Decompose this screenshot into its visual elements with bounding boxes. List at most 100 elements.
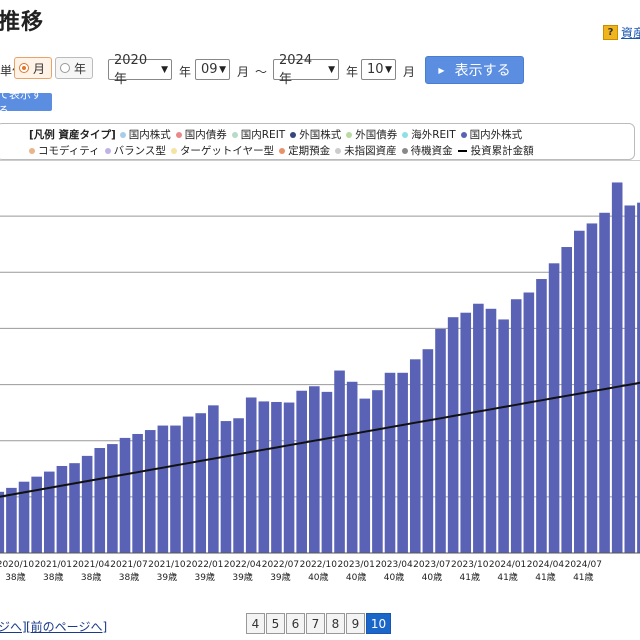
x-tick-age: 40歳 [346,571,366,583]
to-month-select[interactable]: 10 ▼ [361,59,396,80]
x-tick-age: 40歳 [308,571,328,583]
x-tick-label: 2021/10 [148,560,186,570]
to-year-value: 2024 年 [279,52,313,87]
chart-bar [611,182,623,553]
chart-bar [81,455,93,553]
x-tick-label: 2024/04 [527,560,565,570]
help-icon: ? [603,25,618,40]
radio-selected-icon [19,63,29,73]
x-tick-label: 2023/04 [375,560,413,570]
chart-bar [132,433,143,553]
show-button[interactable]: ▶ 表示する [425,56,524,84]
legend-item: 未指図資産 [335,143,397,158]
chart-bar [107,444,118,553]
legend-label: 定期預金 [288,145,331,157]
x-tick-age: 41歳 [497,571,517,583]
x-tick-label: 2022/04 [224,560,262,570]
legend-swatch [119,131,126,138]
chart-bar [586,223,598,553]
legend-item: バランス型 [104,143,166,158]
radio-month[interactable]: 月 [14,57,52,79]
chart-bar [31,476,42,553]
x-tick-age: 39歳 [270,571,290,583]
chart-bar [271,401,282,553]
chart-bar [245,397,257,553]
legend-item: 国内外株式 [460,127,523,142]
chart-bar [195,413,207,553]
legend-line-swatch [457,149,467,152]
radio-month-label: 月 [32,61,45,76]
chart-bar [498,319,509,553]
x-tick-label: 2024/01 [489,560,526,570]
page-title: 推移 [0,10,45,35]
chart-bar [346,381,358,553]
legend-item: 国内REIT [231,127,286,142]
legend-item: 国内株式 [119,127,171,142]
chart-bar [119,437,131,553]
month-label-2: 月 [403,65,416,79]
legend-label: 外国株式 [299,129,342,141]
from-month-select[interactable]: 09 ▼ [195,59,230,80]
legend-item: 待機資金 [401,143,453,158]
legend-swatch [346,131,353,138]
x-tick-age: 38歳 [5,571,25,583]
chart-bar [384,372,396,553]
legend-header: [凡例 資産タイプ] [29,129,116,141]
page-number-4[interactable]: 4 [246,613,265,634]
prev-first-link[interactable]: ジへ] [0,618,27,635]
prev-page-link[interactable]: [前のページへ] [26,618,107,635]
legend-item: 定期預金 [279,143,330,158]
chart-bar [233,418,244,553]
legend-row-1: [凡例 資産タイプ] 国内株式 国内債券 国内REIT 外国株式 外国債券 海外REIT 国… [29,127,527,142]
chart-bar [69,463,80,553]
x-tick-age: 39歳 [157,571,177,583]
chart-bar [485,308,497,553]
table-view-button-label: て表示する [0,88,42,117]
legend-swatch [29,147,35,154]
legend-item: 海外REIT [402,127,456,142]
help-link[interactable]: ? 資産 [603,24,640,41]
radio-year-label: 年 [73,61,86,76]
x-tick-label: 2023/01 [337,560,374,570]
asset-chart: 2020/1038歳2021/0138歳2021/0438歳2021/0738歳… [0,160,640,583]
page-number-10[interactable]: 10 [366,613,391,634]
legend-item: コモディティ [29,143,100,158]
chart-bar [157,425,169,553]
legend-label: 未指図資産 [344,145,397,157]
chart-bar [599,212,610,553]
chart-bar [208,405,219,553]
page-number-7[interactable]: 7 [306,613,325,634]
page-number-9[interactable]: 9 [346,613,365,634]
x-tick-age: 40歳 [384,571,404,583]
x-tick-age: 40歳 [422,571,442,583]
table-view-button[interactable]: て表示する [0,88,52,117]
play-arrow-icon: ▶ [438,65,445,75]
legend-label: 国内債券 [184,129,227,141]
chart-bar [409,359,421,553]
x-tick-label: 2021/01 [35,560,72,570]
x-tick-label: 2022/07 [262,560,299,570]
legend-label: 国内REIT [240,129,286,141]
legend-item: 外国債券 [346,127,397,142]
legend-label: 海外REIT [411,129,456,141]
page-number-8[interactable]: 8 [326,613,345,634]
chart-bar [6,487,17,553]
legend-swatch [175,131,182,138]
to-year-select[interactable]: 2024 年 ▼ [273,53,339,87]
chevron-down-icon: ▼ [161,64,168,75]
x-tick-label: 2023/07 [413,560,450,570]
page-number-5[interactable]: 5 [266,613,285,634]
chart-bar [182,416,194,553]
chart-bar [0,491,5,553]
radio-year[interactable]: 年 [55,57,93,79]
page-number-6[interactable]: 6 [286,613,305,634]
chart-bar [94,448,106,553]
chevron-down-icon: ▼ [328,64,335,75]
from-year-select[interactable]: 2020 年 ▼ [108,53,172,87]
year-label-1: 年 [179,65,192,79]
legend-swatch [460,131,467,138]
legend-swatch [401,147,408,154]
legend-label: コモディティ [38,145,100,157]
legend-label: 国内外株式 [469,129,523,141]
chart-bar [43,471,55,553]
